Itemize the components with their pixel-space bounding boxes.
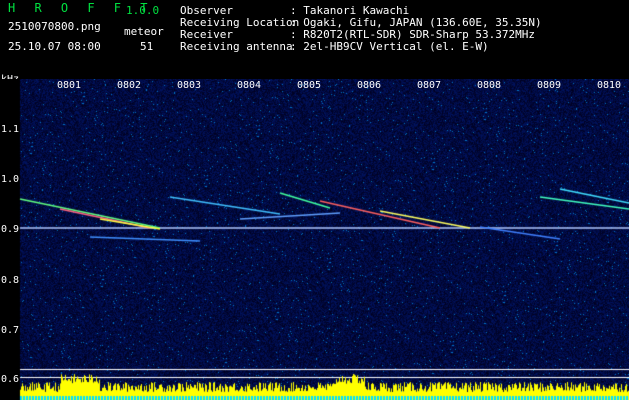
freq-tick: 0.8 xyxy=(1,275,20,286)
time-tick: 0810 xyxy=(597,80,622,91)
time-tick: 0807 xyxy=(417,80,442,91)
meteor-count: 51 xyxy=(140,40,154,53)
time-tick: 0802 xyxy=(117,80,142,91)
info-label-antenna: Receiving antenna xyxy=(180,40,293,53)
time-tick: 0808 xyxy=(477,80,502,91)
spectrogram-canvas xyxy=(0,79,629,400)
time-tick: 0804 xyxy=(237,80,262,91)
freq-tick: 0.9 xyxy=(1,224,20,235)
freq-tick: 1.1 xyxy=(1,124,20,135)
filename-label: 2510070800.png xyxy=(8,20,101,33)
time-tick: 0801 xyxy=(57,80,82,91)
info-value-antenna: : 2el-HB9CV Vertical (el. E-W) xyxy=(290,40,489,53)
time-tick: 0809 xyxy=(537,80,562,91)
time-tick: 0806 xyxy=(357,80,382,91)
timestamp-label: 25.10.07 08:00 xyxy=(8,40,101,53)
meteor-label: meteor xyxy=(124,25,164,38)
freq-tick: 0.7 xyxy=(1,325,20,336)
freq-tick: 1.0 xyxy=(1,174,20,185)
time-tick: 0805 xyxy=(297,80,322,91)
version-label: 1.0.0 xyxy=(126,4,160,17)
freq-tick: 0.6 xyxy=(1,374,20,385)
time-tick: 0803 xyxy=(177,80,202,91)
